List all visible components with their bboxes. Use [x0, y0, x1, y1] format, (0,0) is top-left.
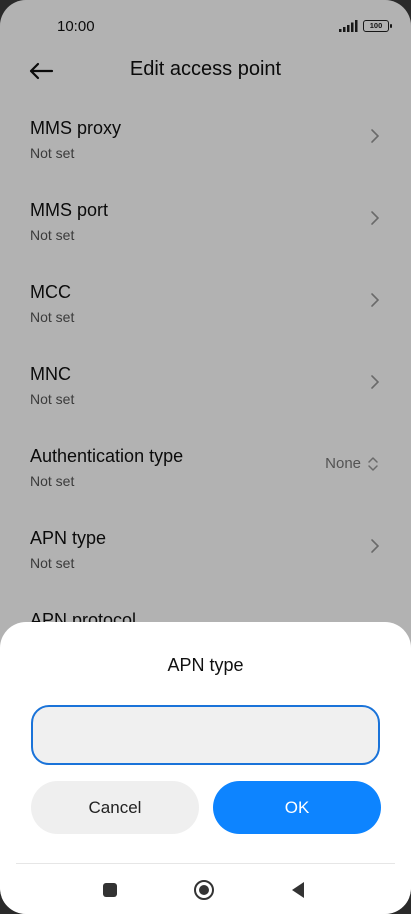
apn-type-dialog: APN type Cancel OK [0, 622, 411, 914]
navigation-bar [0, 864, 411, 914]
nav-back-button[interactable] [286, 878, 310, 902]
home-icon [194, 880, 214, 900]
dialog-title: APN type [167, 655, 244, 675]
home-button[interactable] [192, 878, 216, 902]
recents-icon [103, 883, 117, 897]
recents-button[interactable] [98, 878, 122, 902]
cancel-button[interactable]: Cancel [31, 781, 199, 834]
screen: 10:00 100 Edit access point MMS proxy No… [0, 0, 411, 914]
apn-type-input[interactable] [31, 705, 380, 765]
back-icon [292, 882, 304, 898]
ok-button[interactable]: OK [213, 781, 381, 834]
